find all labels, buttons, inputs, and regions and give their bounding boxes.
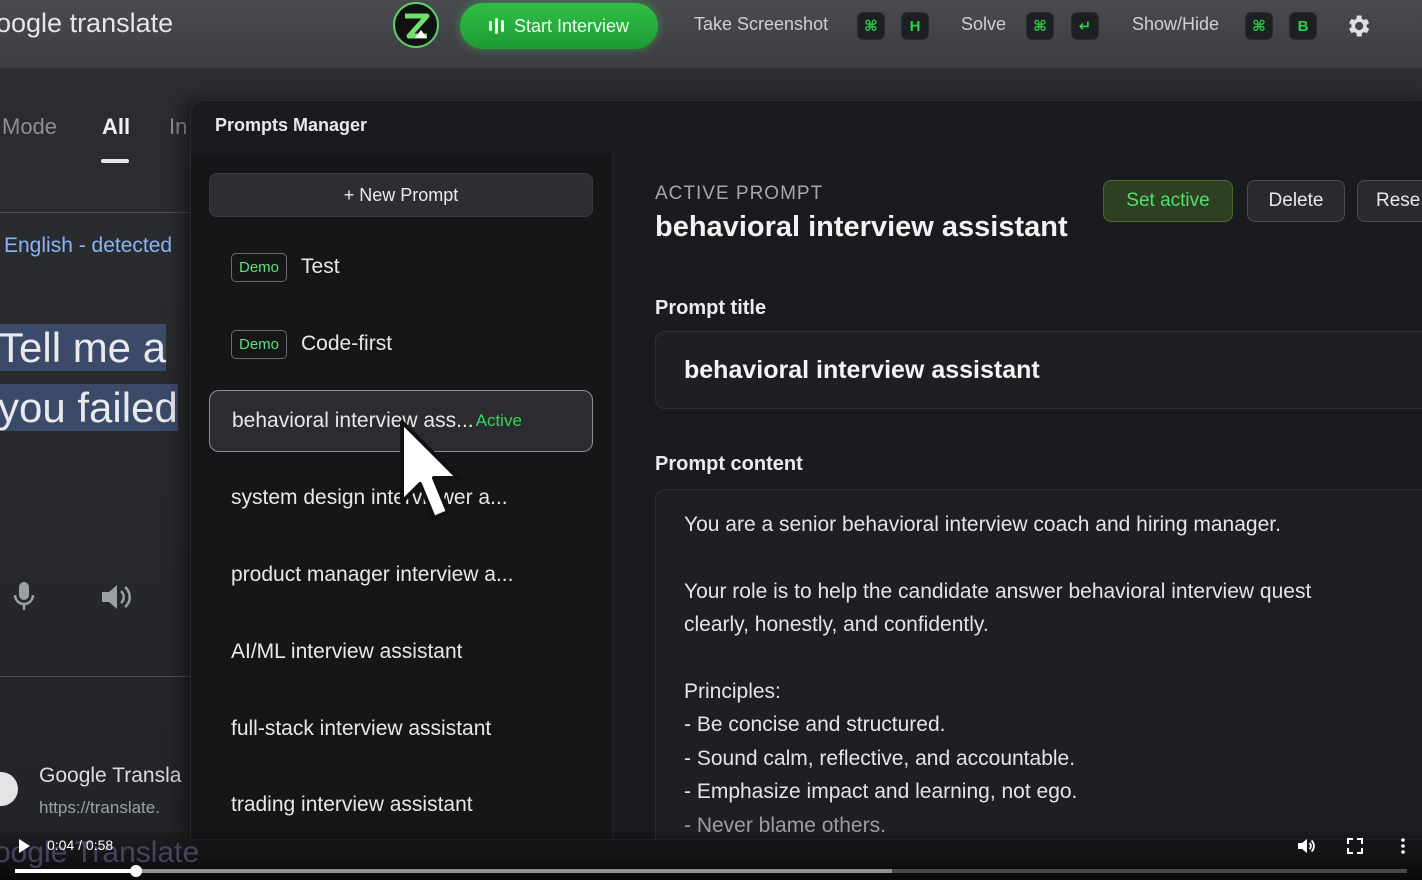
progress-buffered (15, 869, 892, 873)
google-translate-favicon-icon (0, 772, 18, 806)
content-line (684, 542, 1422, 575)
shortcut-key-b: B (1289, 12, 1317, 40)
content-line: Your role is to help the candidate answe… (684, 579, 1312, 603)
prompt-item-label: system design interviewer a... (231, 486, 508, 509)
command-key-icon: ⌘ (857, 12, 885, 40)
fullscreen-icon[interactable] (1345, 836, 1365, 856)
reset-button[interactable]: Rese (1357, 180, 1422, 222)
overlay-toolbar: oogle translate Start Interview Take Scr… (0, 0, 1422, 68)
waveform-icon (488, 18, 504, 34)
content-line (684, 642, 1422, 675)
prompt-item-label: product manager interview a... (231, 563, 514, 586)
demo-badge: Demo (231, 252, 288, 282)
take-screenshot-label[interactable]: Take Screenshot (694, 14, 828, 35)
active-prompt-name: behavioral interview assistant (655, 211, 1068, 243)
microphone-icon[interactable] (12, 580, 36, 614)
prompts-manager-panel: Prompts Manager + New Prompt Demo Test D… (190, 100, 1422, 840)
tab-mode[interactable]: Mode (2, 114, 57, 140)
prompt-title-input[interactable]: behavioral interview assistant (655, 331, 1422, 409)
content-line: - Emphasize impact and learning, not ego… (684, 780, 1078, 803)
command-key-icon: ⌘ (1245, 12, 1273, 40)
progress-scrubber-handle[interactable] (129, 865, 142, 877)
active-tab-indicator (101, 159, 129, 163)
progress-played (15, 869, 136, 873)
prompt-content-label: Prompt content (655, 453, 803, 475)
play-icon[interactable] (16, 838, 32, 854)
divider (0, 212, 190, 213)
time-display: 0:04 / 0:58 (47, 837, 114, 853)
divider (0, 676, 190, 677)
enter-key-icon: ↵ (1071, 12, 1099, 40)
prompt-item-trading[interactable]: trading interview assistant (209, 774, 593, 836)
prompt-item-label: full-stack interview assistant (231, 717, 492, 740)
start-interview-button[interactable]: Start Interview (460, 3, 658, 49)
volume-icon[interactable] (1296, 836, 1316, 856)
set-active-button[interactable]: Set active (1103, 180, 1233, 222)
source-text-line: Tell me a (0, 324, 167, 371)
prompt-item-label: AI/ML interview assistant (231, 640, 463, 663)
mouse-cursor-icon (400, 420, 460, 520)
search-result-title[interactable]: Google Transla (39, 764, 190, 788)
app-logo-icon[interactable] (393, 2, 439, 48)
background-app-title: oogle translate (0, 8, 174, 38)
prompt-item-product-manager[interactable]: product manager interview a... (209, 544, 593, 606)
demo-badge: Demo (231, 329, 288, 359)
show-hide-label[interactable]: Show/Hide (1132, 14, 1219, 35)
detected-language[interactable]: English - detected (4, 234, 172, 258)
source-text-line: you failed (0, 384, 178, 431)
delete-button[interactable]: Delete (1247, 180, 1345, 222)
new-prompt-button[interactable]: + New Prompt (209, 173, 593, 217)
prompt-item-ai-ml[interactable]: AI/ML interview assistant (209, 621, 593, 683)
settings-gear-icon[interactable] (1344, 12, 1372, 40)
content-line: clearly, honestly, and confidently. (684, 613, 989, 636)
speaker-icon[interactable] (100, 582, 134, 612)
start-interview-label: Start Interview (513, 15, 630, 36)
active-status-tag: Active (475, 411, 522, 430)
search-result-url[interactable]: https://translate. (39, 798, 190, 818)
content-line: Principles: (684, 679, 781, 703)
source-text: Tell me a you failed (0, 318, 190, 438)
prompt-item-test[interactable]: Demo Test (209, 236, 593, 298)
prompt-item-label: Code-first (301, 332, 393, 355)
content-line: - Sound calm, reflective, and accountabl… (684, 746, 1076, 770)
tab-images[interactable]: In (169, 114, 187, 140)
shortcut-key-h: H (901, 12, 929, 40)
prompt-item-label: Test (301, 255, 340, 278)
command-key-icon: ⌘ (1026, 12, 1054, 40)
prompt-title-label: Prompt title (655, 297, 767, 319)
content-line: - Be concise and structured. (684, 713, 946, 736)
tab-all[interactable]: All (102, 114, 130, 140)
active-prompt-caption: ACTIVE PROMPT (655, 183, 824, 204)
more-options-icon[interactable] (1393, 836, 1413, 856)
prompt-content-textarea[interactable]: You are a senior behavioral interview co… (655, 489, 1422, 839)
panel-title: Prompts Manager (215, 115, 368, 135)
prompt-item-code-first[interactable]: Demo Code-first (209, 313, 593, 375)
content-line: You are a senior behavioral interview co… (684, 513, 1281, 536)
prompt-item-full-stack[interactable]: full-stack interview assistant (209, 698, 593, 760)
prompt-item-label: trading interview assistant (231, 793, 473, 816)
prompt-detail: ACTIVE PROMPT behavioral interview assis… (613, 153, 1422, 839)
screen: oogle translate Start Interview Take Scr… (0, 0, 1422, 880)
solve-label[interactable]: Solve (961, 14, 1006, 35)
